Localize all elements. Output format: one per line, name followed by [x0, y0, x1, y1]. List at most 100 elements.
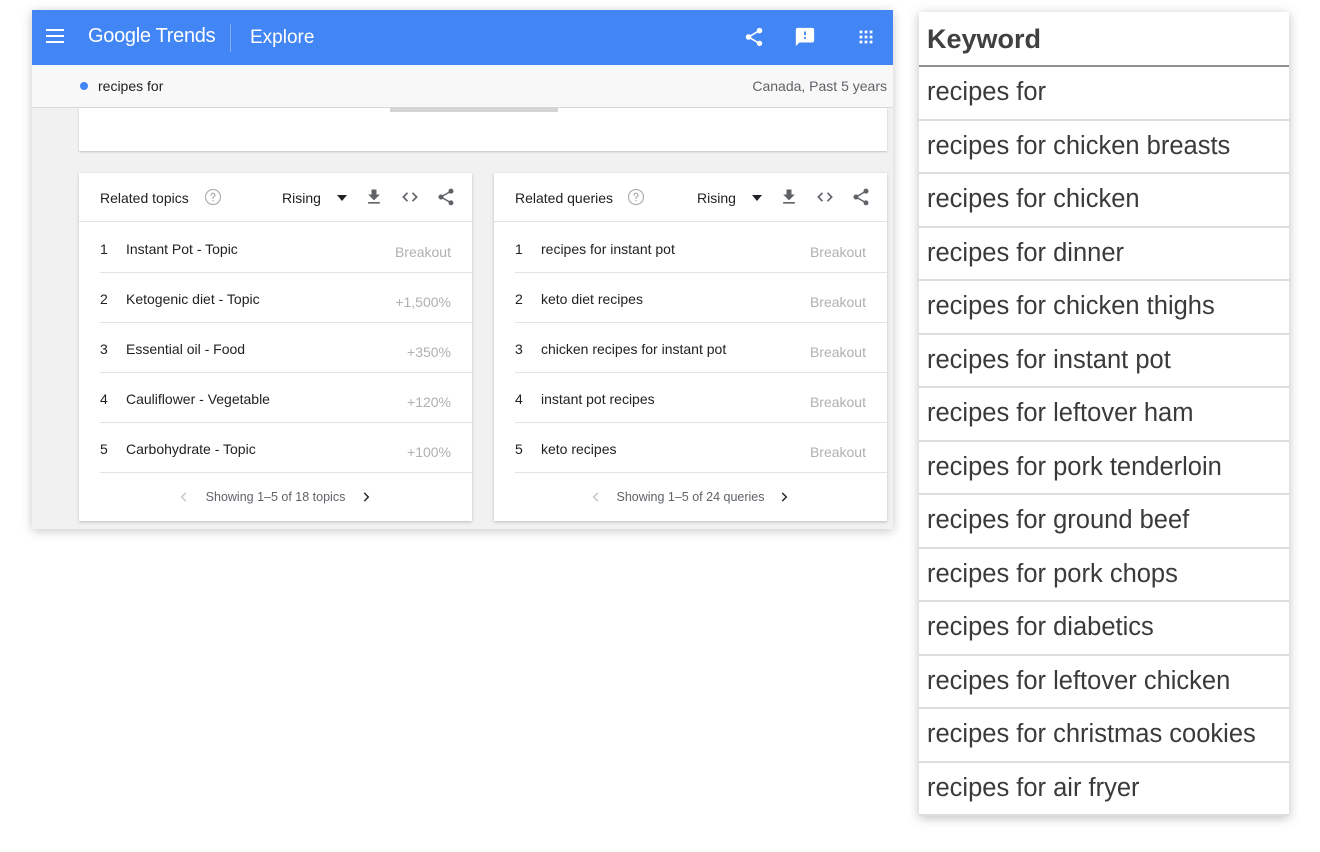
- item-label[interactable]: Carbohydrate - Topic: [126, 441, 256, 457]
- table-row: recipes for pork tenderloin: [919, 442, 1289, 495]
- card-title: Related queries: [515, 190, 614, 206]
- menu-icon[interactable]: [46, 29, 64, 43]
- keyword-cell: recipes for pork tenderloin: [927, 452, 1222, 481]
- pagination: Showing 1–5 of 24 queries: [494, 473, 887, 521]
- rank: 4: [515, 391, 523, 407]
- item-label[interactable]: instant pot recipes: [541, 391, 655, 407]
- download-icon[interactable]: [364, 187, 384, 207]
- search-term[interactable]: recipes for: [98, 78, 163, 94]
- share-icon[interactable]: [743, 26, 765, 48]
- share-icon[interactable]: [436, 187, 456, 207]
- item-value: Breakout: [809, 394, 866, 410]
- table-row: recipes for pork chops: [919, 549, 1289, 602]
- rank: 2: [515, 291, 523, 307]
- column-header-keyword: Keyword: [927, 24, 1042, 54]
- google-trends-window: Google Trends Explore recipes for Canada…: [32, 10, 893, 529]
- chevron-down-icon[interactable]: [752, 195, 762, 201]
- item-label[interactable]: Essential oil - Food: [126, 341, 245, 357]
- related-topics-list: 1 Instant Pot - Topic Breakout 2 Ketogen…: [100, 223, 472, 473]
- keyword-cell: recipes for pork chops: [927, 559, 1178, 588]
- keyword-cell: recipes for christmas cookies: [927, 720, 1256, 748]
- item-value: +120%: [407, 394, 451, 410]
- chevron-right-icon[interactable]: [359, 490, 373, 504]
- table-row: recipes for chicken breasts: [919, 121, 1289, 174]
- rank: 5: [100, 441, 108, 457]
- card-header: Related topics Rising: [79, 173, 472, 222]
- list-item[interactable]: 5 Carbohydrate - Topic +100%: [100, 423, 472, 473]
- pagination-text: Showing 1–5 of 24 queries: [616, 490, 765, 504]
- keyword-cell: recipes for ground beef: [927, 506, 1190, 534]
- list-item[interactable]: 1 recipes for instant pot Breakout: [515, 223, 887, 273]
- search-term-bar: recipes for Canada, Past 5 years: [32, 65, 893, 108]
- list-item[interactable]: 2 Ketogenic diet - Topic +1,500%: [100, 273, 472, 323]
- item-value: Breakout: [809, 444, 866, 460]
- download-icon[interactable]: [779, 187, 799, 207]
- table-row: recipes for instant pot: [919, 335, 1289, 388]
- chevron-right-icon[interactable]: [777, 490, 791, 504]
- rank: 1: [515, 241, 523, 257]
- related-queries-list: 1 recipes for instant pot Breakout 2 ket…: [515, 223, 887, 473]
- item-value: +350%: [407, 344, 451, 360]
- keyword-cell: recipes for chicken thighs: [927, 292, 1215, 320]
- interest-over-time-card-bottom: [79, 108, 887, 151]
- pagination: Showing 1–5 of 18 topics: [79, 473, 472, 521]
- list-item[interactable]: 3 chicken recipes for instant pot Breako…: [515, 323, 887, 373]
- card-header: Related queries Rising: [494, 173, 887, 222]
- pagination-text: Showing 1–5 of 18 topics: [205, 490, 346, 504]
- feedback-icon[interactable]: [794, 26, 816, 48]
- rank: 2: [100, 291, 108, 307]
- table-row: recipes for: [919, 67, 1289, 121]
- card-title: Related topics: [100, 190, 189, 206]
- keyword-cell: recipes for diabetics: [927, 613, 1154, 641]
- help-icon[interactable]: [627, 188, 645, 206]
- help-icon[interactable]: [204, 188, 222, 206]
- table-row: recipes for ground beef: [919, 495, 1289, 549]
- item-label[interactable]: Ketogenic diet - Topic: [126, 291, 260, 307]
- item-label[interactable]: keto recipes: [541, 441, 616, 457]
- list-item[interactable]: 2 keto diet recipes Breakout: [515, 273, 887, 323]
- keyword-cell: recipes for: [927, 78, 1047, 106]
- header-divider: [230, 24, 231, 52]
- embed-code-icon[interactable]: [400, 187, 420, 207]
- google-trends-logo[interactable]: Google Trends: [88, 25, 216, 48]
- item-label[interactable]: chicken recipes for instant pot: [541, 341, 726, 357]
- item-value: +100%: [407, 444, 451, 460]
- page-title: Explore: [250, 27, 315, 48]
- apps-icon[interactable]: [855, 26, 877, 48]
- rank: 1: [100, 241, 108, 257]
- table-header: Keyword: [919, 12, 1289, 67]
- filter-dropdown[interactable]: Rising: [697, 190, 736, 206]
- table-row: recipes for diabetics: [919, 602, 1289, 656]
- item-value: Breakout: [809, 294, 866, 310]
- filter-dropdown[interactable]: Rising: [282, 190, 321, 206]
- item-value: Breakout: [809, 344, 866, 360]
- table-row: recipes for chicken thighs: [919, 281, 1289, 335]
- app-header: Google Trends Explore: [32, 10, 893, 65]
- share-icon[interactable]: [851, 187, 871, 207]
- list-item[interactable]: 5 keto recipes Breakout: [515, 423, 887, 473]
- chevron-down-icon[interactable]: [337, 195, 347, 201]
- item-label[interactable]: Cauliflower - Vegetable: [126, 391, 270, 407]
- table-row: recipes for christmas cookies: [919, 709, 1289, 763]
- item-value: +1,500%: [395, 294, 451, 310]
- list-item[interactable]: 1 Instant Pot - Topic Breakout: [100, 223, 472, 273]
- list-item[interactable]: 4 Cauliflower - Vegetable +120%: [100, 373, 472, 423]
- keyword-cell: recipes for air fryer: [927, 773, 1140, 802]
- item-label[interactable]: Instant Pot - Topic: [126, 241, 238, 257]
- keyword-list: recipes for recipes for chicken breasts …: [919, 67, 1289, 816]
- rank: 5: [515, 441, 523, 457]
- scrollbar-thumb[interactable]: [390, 108, 558, 112]
- table-row: recipes for leftover chicken: [919, 656, 1289, 709]
- item-label[interactable]: keto diet recipes: [541, 291, 643, 307]
- keyword-cell: recipes for leftover ham: [927, 399, 1194, 427]
- table-row: recipes for air fryer: [919, 763, 1289, 816]
- list-item[interactable]: 3 Essential oil - Food +350%: [100, 323, 472, 373]
- keyword-cell: recipes for chicken breasts: [927, 131, 1231, 160]
- keyword-cell: recipes for dinner: [927, 238, 1125, 267]
- search-term-color-dot: [80, 82, 88, 90]
- embed-code-icon[interactable]: [815, 187, 835, 207]
- keyword-table: Keyword recipes for recipes for chicken …: [919, 12, 1289, 816]
- item-value: Breakout: [394, 244, 451, 260]
- list-item[interactable]: 4 instant pot recipes Breakout: [515, 373, 887, 423]
- item-label[interactable]: recipes for instant pot: [541, 241, 675, 257]
